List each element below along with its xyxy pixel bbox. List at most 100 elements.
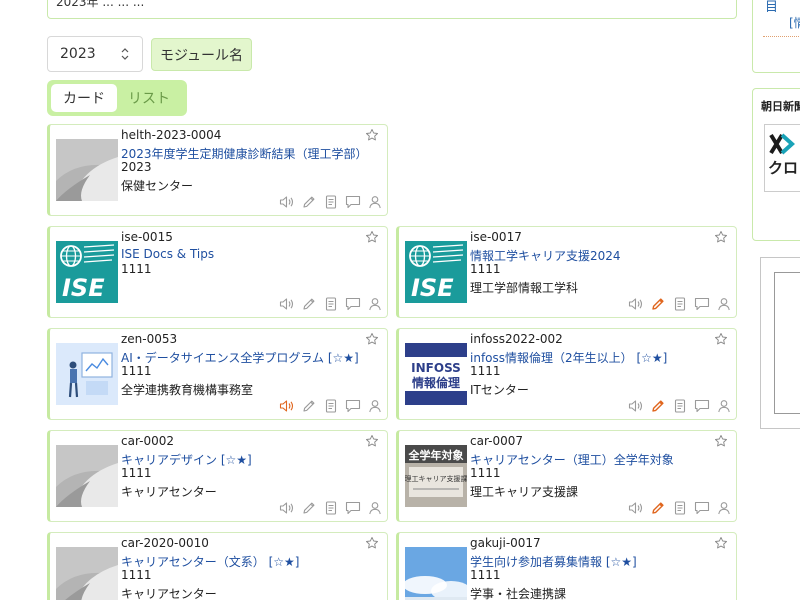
module-card[interactable]: helth-2023-0004 2023年度学生定期健康診断結果（理工学部） 2…: [47, 124, 388, 216]
comment-icon[interactable]: [693, 500, 710, 516]
card-id: car-2020-0010: [121, 536, 209, 550]
user-icon[interactable]: [366, 194, 383, 210]
star-icon[interactable]: [365, 332, 379, 346]
pencil-icon[interactable]: [649, 296, 666, 312]
card-actions: [278, 500, 383, 516]
star-icon[interactable]: [714, 332, 728, 346]
card-actions: [278, 296, 383, 312]
card-owner: 全学連携教育機構事務室: [121, 383, 254, 397]
speaker-icon[interactable]: [627, 398, 644, 414]
document-icon[interactable]: [671, 500, 688, 516]
comment-icon[interactable]: [344, 500, 361, 516]
year-select-value: 2023: [60, 46, 96, 62]
module-card[interactable]: car-2020-0010 キャリアセンター（文系） [☆★] 1111 キャリ…: [47, 532, 388, 600]
card-id: ise-0017: [470, 230, 522, 244]
svg-text:ISE: ISE: [62, 274, 105, 302]
updown-chevron-icon: [121, 48, 129, 60]
top-info-text: 2023年 ... ... ...: [56, 0, 145, 9]
pencil-icon[interactable]: [649, 500, 666, 516]
svg-text:ISE: ISE: [411, 274, 454, 302]
speaker-icon[interactable]: [627, 500, 644, 516]
star-icon[interactable]: [365, 536, 379, 550]
card-thumbnail: 全学年対象 理工キャリア支援課: [405, 445, 467, 507]
svg-text:INFOSS: INFOSS: [411, 361, 461, 375]
module-card[interactable]: INFOSS 情報倫理 infoss2022-002 infoss情報倫理（2年…: [396, 328, 737, 420]
document-icon[interactable]: [671, 398, 688, 414]
document-icon[interactable]: [322, 398, 339, 414]
comment-icon[interactable]: [693, 398, 710, 414]
comment-icon[interactable]: [344, 194, 361, 210]
star-icon[interactable]: [365, 230, 379, 244]
pencil-icon[interactable]: [300, 398, 317, 414]
module-card[interactable]: gakuji-0017 学生向け参加者募集情報 [☆★] 1111 学事・社会連…: [396, 532, 737, 600]
card-year: 1111: [121, 262, 152, 276]
card-owner: 理工学部情報工学科: [470, 281, 579, 295]
card-actions: [627, 398, 732, 414]
document-icon[interactable]: [322, 500, 339, 516]
speaker-icon[interactable]: [278, 398, 295, 414]
card-id: car-0007: [470, 434, 523, 448]
card-owner: 保健センター: [121, 179, 194, 193]
module-card[interactable]: ISE ise-0015 ISE Docs & Tips 1111: [47, 226, 388, 318]
comment-icon[interactable]: [344, 296, 361, 312]
card-title-link[interactable]: 2023年度学生定期健康診断結果（理工学部）: [121, 145, 368, 162]
speaker-icon[interactable]: [627, 296, 644, 312]
card-year: 1111: [121, 568, 152, 582]
pencil-icon[interactable]: [300, 194, 317, 210]
user-icon[interactable]: [715, 296, 732, 312]
module-card[interactable]: zen-0053 AI・データサイエンス全学プログラム [☆★] 1111 全学…: [47, 328, 388, 420]
right-link-text[interactable]: [情: [789, 14, 800, 31]
comment-icon[interactable]: [344, 398, 361, 414]
star-icon[interactable]: [714, 434, 728, 448]
card-year: 1111: [470, 262, 501, 276]
pencil-icon[interactable]: [649, 398, 666, 414]
module-card[interactable]: car-0002 キャリアデザイン [☆★] 1111 キャリアセンター: [47, 430, 388, 522]
card-thumbnail: INFOSS 情報倫理: [405, 343, 467, 405]
user-icon[interactable]: [715, 398, 732, 414]
card-thumbnail: [405, 547, 467, 600]
user-icon[interactable]: [366, 296, 383, 312]
pencil-icon[interactable]: [300, 296, 317, 312]
module-name-label: モジュール名: [151, 38, 253, 71]
tab-list-view[interactable]: リスト: [117, 84, 181, 112]
right-links-box: 目 [情: [752, 0, 800, 73]
card-actions: [627, 296, 732, 312]
card-thumbnail: [56, 343, 118, 405]
card-year: 1111: [121, 466, 152, 480]
module-card[interactable]: 全学年対象 理工キャリア支援課 car-0007 キャリアセンター（理工）全学年…: [396, 430, 737, 522]
star-icon[interactable]: [714, 230, 728, 244]
document-icon[interactable]: [671, 296, 688, 312]
comment-icon[interactable]: [693, 296, 710, 312]
user-icon[interactable]: [366, 398, 383, 414]
tab-card-view[interactable]: カード: [51, 84, 117, 112]
svg-text:理工キャリア支援課: 理工キャリア支援課: [405, 474, 467, 483]
card-title-link[interactable]: キャリアセンター（理工）全学年対象: [470, 451, 674, 468]
svg-text:情報倫理: 情報倫理: [412, 375, 460, 390]
year-select[interactable]: 2023: [47, 36, 143, 72]
star-icon[interactable]: [714, 536, 728, 550]
right-link-icon[interactable]: 目: [765, 0, 778, 15]
card-year: 2023: [121, 160, 152, 174]
pencil-icon[interactable]: [300, 500, 317, 516]
document-icon[interactable]: [322, 296, 339, 312]
card-thumbnail: [56, 547, 118, 600]
card-id: ise-0015: [121, 230, 173, 244]
speaker-icon[interactable]: [278, 500, 295, 516]
star-icon[interactable]: [365, 128, 379, 142]
card-owner: キャリアセンター: [121, 485, 217, 499]
ad-frame: [760, 257, 800, 429]
news-logo[interactable]: クロ: [764, 124, 800, 192]
user-icon[interactable]: [366, 500, 383, 516]
speaker-icon[interactable]: [278, 194, 295, 210]
card-title-link[interactable]: AI・データサイエンス全学プログラム [☆★]: [121, 349, 359, 366]
module-card[interactable]: ISE ise-0017 情報工学キャリア支援2024 1111 理工学部情報工…: [396, 226, 737, 318]
user-icon[interactable]: [715, 500, 732, 516]
card-year: 1111: [470, 364, 501, 378]
document-icon[interactable]: [322, 194, 339, 210]
card-title-link[interactable]: ISE Docs & Tips: [121, 247, 214, 261]
star-icon[interactable]: [365, 434, 379, 448]
card-owner: 理工キャリア支援課: [470, 485, 579, 499]
speaker-icon[interactable]: [278, 296, 295, 312]
card-thumbnail: ISE: [56, 241, 118, 303]
card-id: zen-0053: [121, 332, 178, 346]
